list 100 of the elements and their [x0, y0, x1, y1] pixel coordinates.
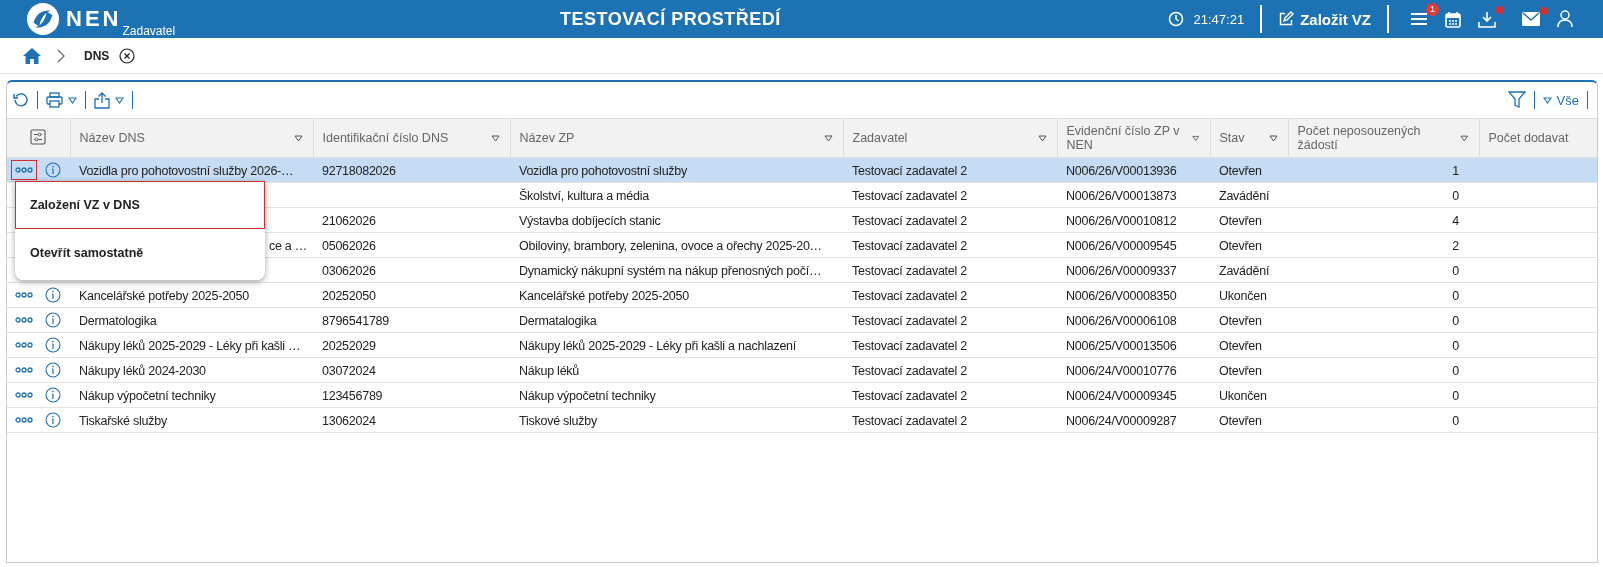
table-cell: 0 [1452, 288, 1459, 303]
menu-item[interactable]: Založení VZ v DNS [15, 181, 265, 229]
table-cell: 1 [1452, 163, 1459, 178]
table-cell: Testovací zadavatel 2 [852, 163, 967, 178]
table-cell: 0 [1452, 338, 1459, 353]
sort-icon[interactable] [1268, 134, 1278, 142]
column-header[interactable]: Stav [1219, 131, 1245, 145]
table-cell: 4 [1452, 213, 1459, 228]
sort-icon[interactable] [490, 134, 500, 142]
info-icon[interactable] [45, 162, 61, 178]
info-icon[interactable] [45, 387, 61, 403]
column-header[interactable]: Zadavatel [852, 131, 908, 145]
settings-icon[interactable] [30, 128, 47, 145]
table-cell: Nákup výpočetní techniky [79, 388, 216, 403]
table-cell: Testovací zadavatel 2 [852, 313, 967, 328]
info-icon[interactable] [45, 412, 61, 428]
column-header[interactable]: Název DNS [79, 131, 145, 145]
info-icon[interactable] [45, 287, 61, 303]
close-icon[interactable] [119, 47, 136, 64]
printer-icon[interactable] [46, 92, 63, 108]
table-cell: Testovací zadavatel 2 [852, 338, 967, 353]
logo-text: NEN [66, 6, 122, 32]
sort-icon[interactable] [293, 134, 303, 142]
info-icon[interactable] [45, 337, 61, 353]
user-icon[interactable] [1557, 10, 1573, 28]
table-cell: N006/24/V00010776 [1066, 363, 1177, 378]
table-cell: Otevřen [1219, 163, 1262, 178]
table-cell: ce a … [268, 238, 307, 253]
clock-time: 21:47:21 [1193, 11, 1245, 27]
info-icon[interactable] [45, 362, 61, 378]
table-cell: 92718082026 [322, 163, 396, 178]
table-cell: Výstavba dobíjecích stanic [519, 213, 661, 228]
table-cell: Vozidla pro pohotovostní služby [519, 163, 688, 178]
menu-item[interactable]: Otevřít samostatně [15, 229, 265, 277]
filter-dropdown[interactable]: Vše [1556, 92, 1579, 108]
table-cell: 0 [1452, 413, 1459, 428]
table-cell: Kancelářské potřeby 2025-2050 [79, 288, 249, 303]
column-header[interactable]: Název ZP [519, 131, 575, 145]
table-cell: 0 [1452, 388, 1459, 403]
table-cell: Nákup léků [519, 363, 580, 378]
table-cell: Tiskařské služby [79, 413, 167, 428]
table-cell: Otevřen [1219, 213, 1262, 228]
caret-icon[interactable] [68, 96, 77, 104]
table-cell: N006/26/V00013936 [1066, 163, 1177, 178]
clock-icon [1167, 11, 1184, 27]
table-row[interactable]: Vozidla pro pohotovostní služby 2026-… 92718082026 Vozidla pro pohotovostní služby Testovací zadavatel 2 N006/26/V00013936 Otevřen 1 [7, 157, 1597, 183]
sort-icon[interactable] [1191, 134, 1200, 142]
table-cell: Dermatologika [79, 313, 157, 328]
sort-icon[interactable] [823, 134, 833, 142]
table-cell: 2 [1452, 238, 1459, 253]
table-cell: 8796541789 [322, 313, 390, 328]
environment-title: TESTOVACÍ PROSTŘEDÍ [559, 8, 782, 30]
home-icon[interactable] [23, 47, 41, 64]
table-cell: 20252029 [322, 338, 376, 353]
table-cell: 123456789 [322, 388, 383, 403]
sort-icon[interactable] [1460, 134, 1469, 142]
table-cell: Otevřen [1219, 238, 1262, 253]
table-cell: 0 [1452, 363, 1459, 378]
mail-icon[interactable] [1522, 12, 1540, 26]
table-cell: Otevřen [1219, 338, 1262, 353]
app-subtitle: Zadavatel [122, 24, 176, 38]
breadcrumb-item[interactable]: DNS [84, 48, 110, 63]
table-cell: Testovací zadavatel 2 [852, 213, 967, 228]
table-cell: Otevřen [1219, 363, 1262, 378]
download-icon[interactable] [1478, 10, 1496, 28]
table-cell: Nákupy léků 2025-2029 - Léky při kašli … [79, 338, 301, 353]
table-cell: Testovací zadavatel 2 [852, 388, 967, 403]
table-cell: 0 [1452, 188, 1459, 203]
table-cell: Nákup výpočetní techniky [519, 388, 656, 403]
share-icon[interactable] [94, 91, 110, 109]
table-cell: 0 [1452, 313, 1459, 328]
table-cell: Obiloviny, brambory, zelenina, ovoce a ořechy 2025-20… [519, 238, 822, 253]
info-icon[interactable] [45, 312, 61, 328]
more-icon[interactable] [11, 160, 37, 180]
table-cell: 13062024 [322, 413, 376, 428]
create-button[interactable]: Založit VZ [1274, 8, 1375, 30]
calendar-icon[interactable] [1445, 10, 1461, 28]
table-cell: N006/26/V00010812 [1066, 213, 1177, 228]
sort-icon[interactable] [1037, 134, 1047, 142]
table-cell: N006/25/V00013506 [1066, 338, 1177, 353]
table-cell: Testovací zadavatel 2 [852, 413, 967, 428]
table-cell: Otevřen [1219, 313, 1262, 328]
table-cell: 21062026 [322, 213, 376, 228]
table-cell: Dynamický nákupní systém na nákup přenosných počí… [519, 263, 822, 278]
table-cell: Testovací zadavatel 2 [852, 363, 967, 378]
table-cell: Zavádění [1219, 188, 1270, 203]
refresh-icon[interactable] [13, 92, 29, 108]
filter-icon[interactable] [1507, 91, 1526, 109]
caret-icon[interactable] [1542, 96, 1552, 104]
table-cell: Vozidla pro pohotovostní služby 2026-… [79, 163, 294, 178]
menu-icon[interactable] [1410, 11, 1428, 27]
table-cell: 03062026 [322, 263, 376, 278]
table-cell: 0 [1452, 263, 1459, 278]
table-cell: Testovací zadavatel 2 [852, 263, 967, 278]
table-cell: N006/26/V00006108 [1066, 313, 1177, 328]
chevron-icon [57, 48, 65, 63]
table-cell: Testovací zadavatel 2 [852, 288, 967, 303]
table-cell: Tiskové služby [519, 413, 597, 428]
caret-icon[interactable] [115, 96, 124, 104]
table-cell: N006/26/V00008350 [1066, 288, 1177, 303]
